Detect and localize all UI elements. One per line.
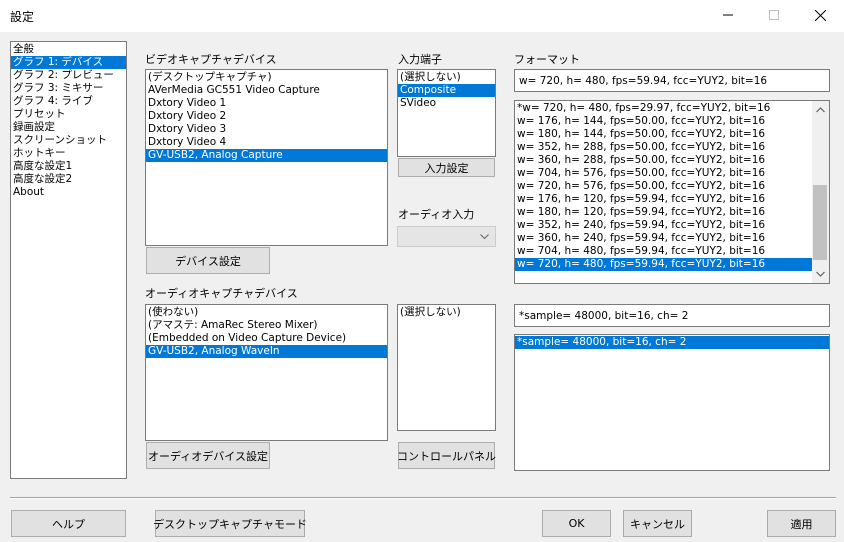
sidebar-item[interactable]: スクリーンショット [11,134,126,147]
sidebar-item[interactable]: プリセット [11,108,126,121]
cancel-button[interactable]: キャンセル [623,510,692,537]
minimize-button[interactable] [705,0,751,30]
format-item[interactable]: *w= 720, h= 480, fps=29.97, fcc=YUY2, bi… [515,102,812,115]
format-item[interactable]: w= 180, h= 120, fps=59.94, fcc=YUY2, bit… [515,206,812,219]
input-terminal-list[interactable]: (選択しない) Composite SVideo [397,69,496,157]
sidebar-item[interactable]: 高度な設定2 [11,173,126,186]
format-item[interactable]: w= 720, h= 576, fps=50.00, fcc=YUY2, bit… [515,180,812,193]
scroll-up-icon[interactable] [816,107,825,113]
video-device-item[interactable]: (デスクトップキャプチャ) [146,71,387,84]
format-item[interactable]: w= 720, h= 480, fps=59.94, fcc=YUY2, bit… [515,258,812,271]
video-device-item[interactable]: AVerMedia GC551 Video Capture [146,84,387,97]
minimize-icon [723,14,733,16]
window-title: 設定 [10,10,35,24]
ok-button[interactable]: OK [542,510,611,537]
format-list-scrollbar[interactable] [812,101,829,283]
title-bar: 設定 [0,0,844,32]
audio-format-current-field[interactable]: *sample= 48000, bit=16, ch= 2 [514,304,830,327]
maximize-button[interactable] [751,0,797,30]
control-panel-button[interactable]: コントロールパネル [397,442,496,469]
settings-category-list[interactable]: 全般 グラフ 1: デバイス グラフ 2: プレビュー グラフ 3: ミキサー グラフ … [10,41,127,479]
video-device-list[interactable]: (デスクトップキャプチャ) AVerMedia GC551 Video Captu… [145,69,388,246]
format-item[interactable]: w= 352, h= 288, fps=50.00, fcc=YUY2, bit… [515,141,812,154]
video-device-item[interactable]: Dxtory Video 1 [146,97,387,110]
input-terminal-item[interactable]: Composite [398,84,495,97]
sidebar-item[interactable]: グラフ 2: プレビュー [11,69,126,82]
format-current-field[interactable]: w= 720, h= 480, fps=59.94, fcc=YUY2, bit… [514,69,830,92]
audio-device-label: オーディオキャプチャデバイス [145,287,298,300]
video-device-item[interactable]: Dxtory Video 3 [146,123,387,136]
video-device-label: ビデオキャプチャデバイス [145,53,277,66]
audio-input-label: オーディオ入力 [398,208,475,221]
desktop-capture-mode-button[interactable]: デスクトップキャプチャモード [153,510,307,537]
close-icon [814,9,826,21]
format-list[interactable]: *w= 720, h= 480, fps=29.97, fcc=YUY2, bi… [514,100,830,284]
audio-device-item[interactable]: (Embedded on Video Capture Device) [146,332,387,345]
format-item[interactable]: w= 176, h= 120, fps=59.94, fcc=YUY2, bit… [515,193,812,206]
sidebar-item[interactable]: 録画設定 [11,121,126,134]
maximize-icon [769,10,779,20]
scroll-down-icon[interactable] [816,271,825,277]
format-item[interactable]: w= 176, h= 144, fps=50.00, fcc=YUY2, bit… [515,115,812,128]
video-device-item[interactable]: GV-USB2, Analog Capture [146,149,387,162]
audio-format-item[interactable]: *sample= 48000, bit=16, ch= 2 [515,336,829,349]
apply-button[interactable]: 適用 [767,510,836,537]
format-label: フォーマット [514,53,580,66]
footer-separator [10,497,836,499]
audio-device-list[interactable]: (使わない) (アマステ: AmaRec Stereo Mixer) (Embedd… [145,304,388,441]
close-button[interactable] [797,0,843,30]
format-item[interactable]: w= 352, h= 240, fps=59.94, fcc=YUY2, bit… [515,219,812,232]
input-terminal-item[interactable]: SVideo [398,97,495,110]
sidebar-item[interactable]: グラフ 1: デバイス [11,56,126,69]
sidebar-item[interactable]: グラフ 4: ライブ [11,95,126,108]
sidebar-item[interactable]: グラフ 3: ミキサー [11,82,126,95]
chevron-down-icon [480,234,489,240]
audio-format-list[interactable]: *sample= 48000, bit=16, ch= 2 [514,334,830,471]
format-item[interactable]: w= 360, h= 288, fps=50.00, fcc=YUY2, bit… [515,154,812,167]
video-device-item[interactable]: Dxtory Video 2 [146,110,387,123]
audio-input-item[interactable]: (選択しない) [398,306,495,319]
audio-input-list[interactable]: (選択しない) [397,304,496,431]
video-device-item[interactable]: Dxtory Video 4 [146,136,387,149]
sidebar-item[interactable]: 高度な設定1 [11,160,126,173]
format-item[interactable]: w= 180, h= 144, fps=50.00, fcc=YUY2, bit… [515,128,812,141]
audio-device-item[interactable]: (使わない) [146,306,387,319]
sidebar-item[interactable]: 全般 [11,43,126,56]
input-settings-button[interactable]: 入力設定 [398,158,495,177]
device-settings-button[interactable]: デバイス設定 [146,247,270,274]
audio-device-settings-button[interactable]: オーディオデバイス設定 [146,442,270,469]
audio-device-item[interactable]: GV-USB2, Analog WaveIn [146,345,387,358]
format-item[interactable]: w= 704, h= 480, fps=59.94, fcc=YUY2, bit… [515,245,812,258]
audio-device-item[interactable]: (アマステ: AmaRec Stereo Mixer) [146,319,387,332]
sidebar-item[interactable]: ホットキー [11,147,126,160]
format-item[interactable]: w= 360, h= 240, fps=59.94, fcc=YUY2, bit… [515,232,812,245]
scroll-thumb[interactable] [813,185,827,260]
sidebar-item[interactable]: About [11,186,126,199]
audio-input-select[interactable] [397,226,496,247]
input-terminal-item[interactable]: (選択しない) [398,71,495,84]
help-button[interactable]: ヘルプ [11,510,126,537]
input-terminal-label: 入力端子 [398,53,442,66]
format-item[interactable]: w= 704, h= 576, fps=50.00, fcc=YUY2, bit… [515,167,812,180]
